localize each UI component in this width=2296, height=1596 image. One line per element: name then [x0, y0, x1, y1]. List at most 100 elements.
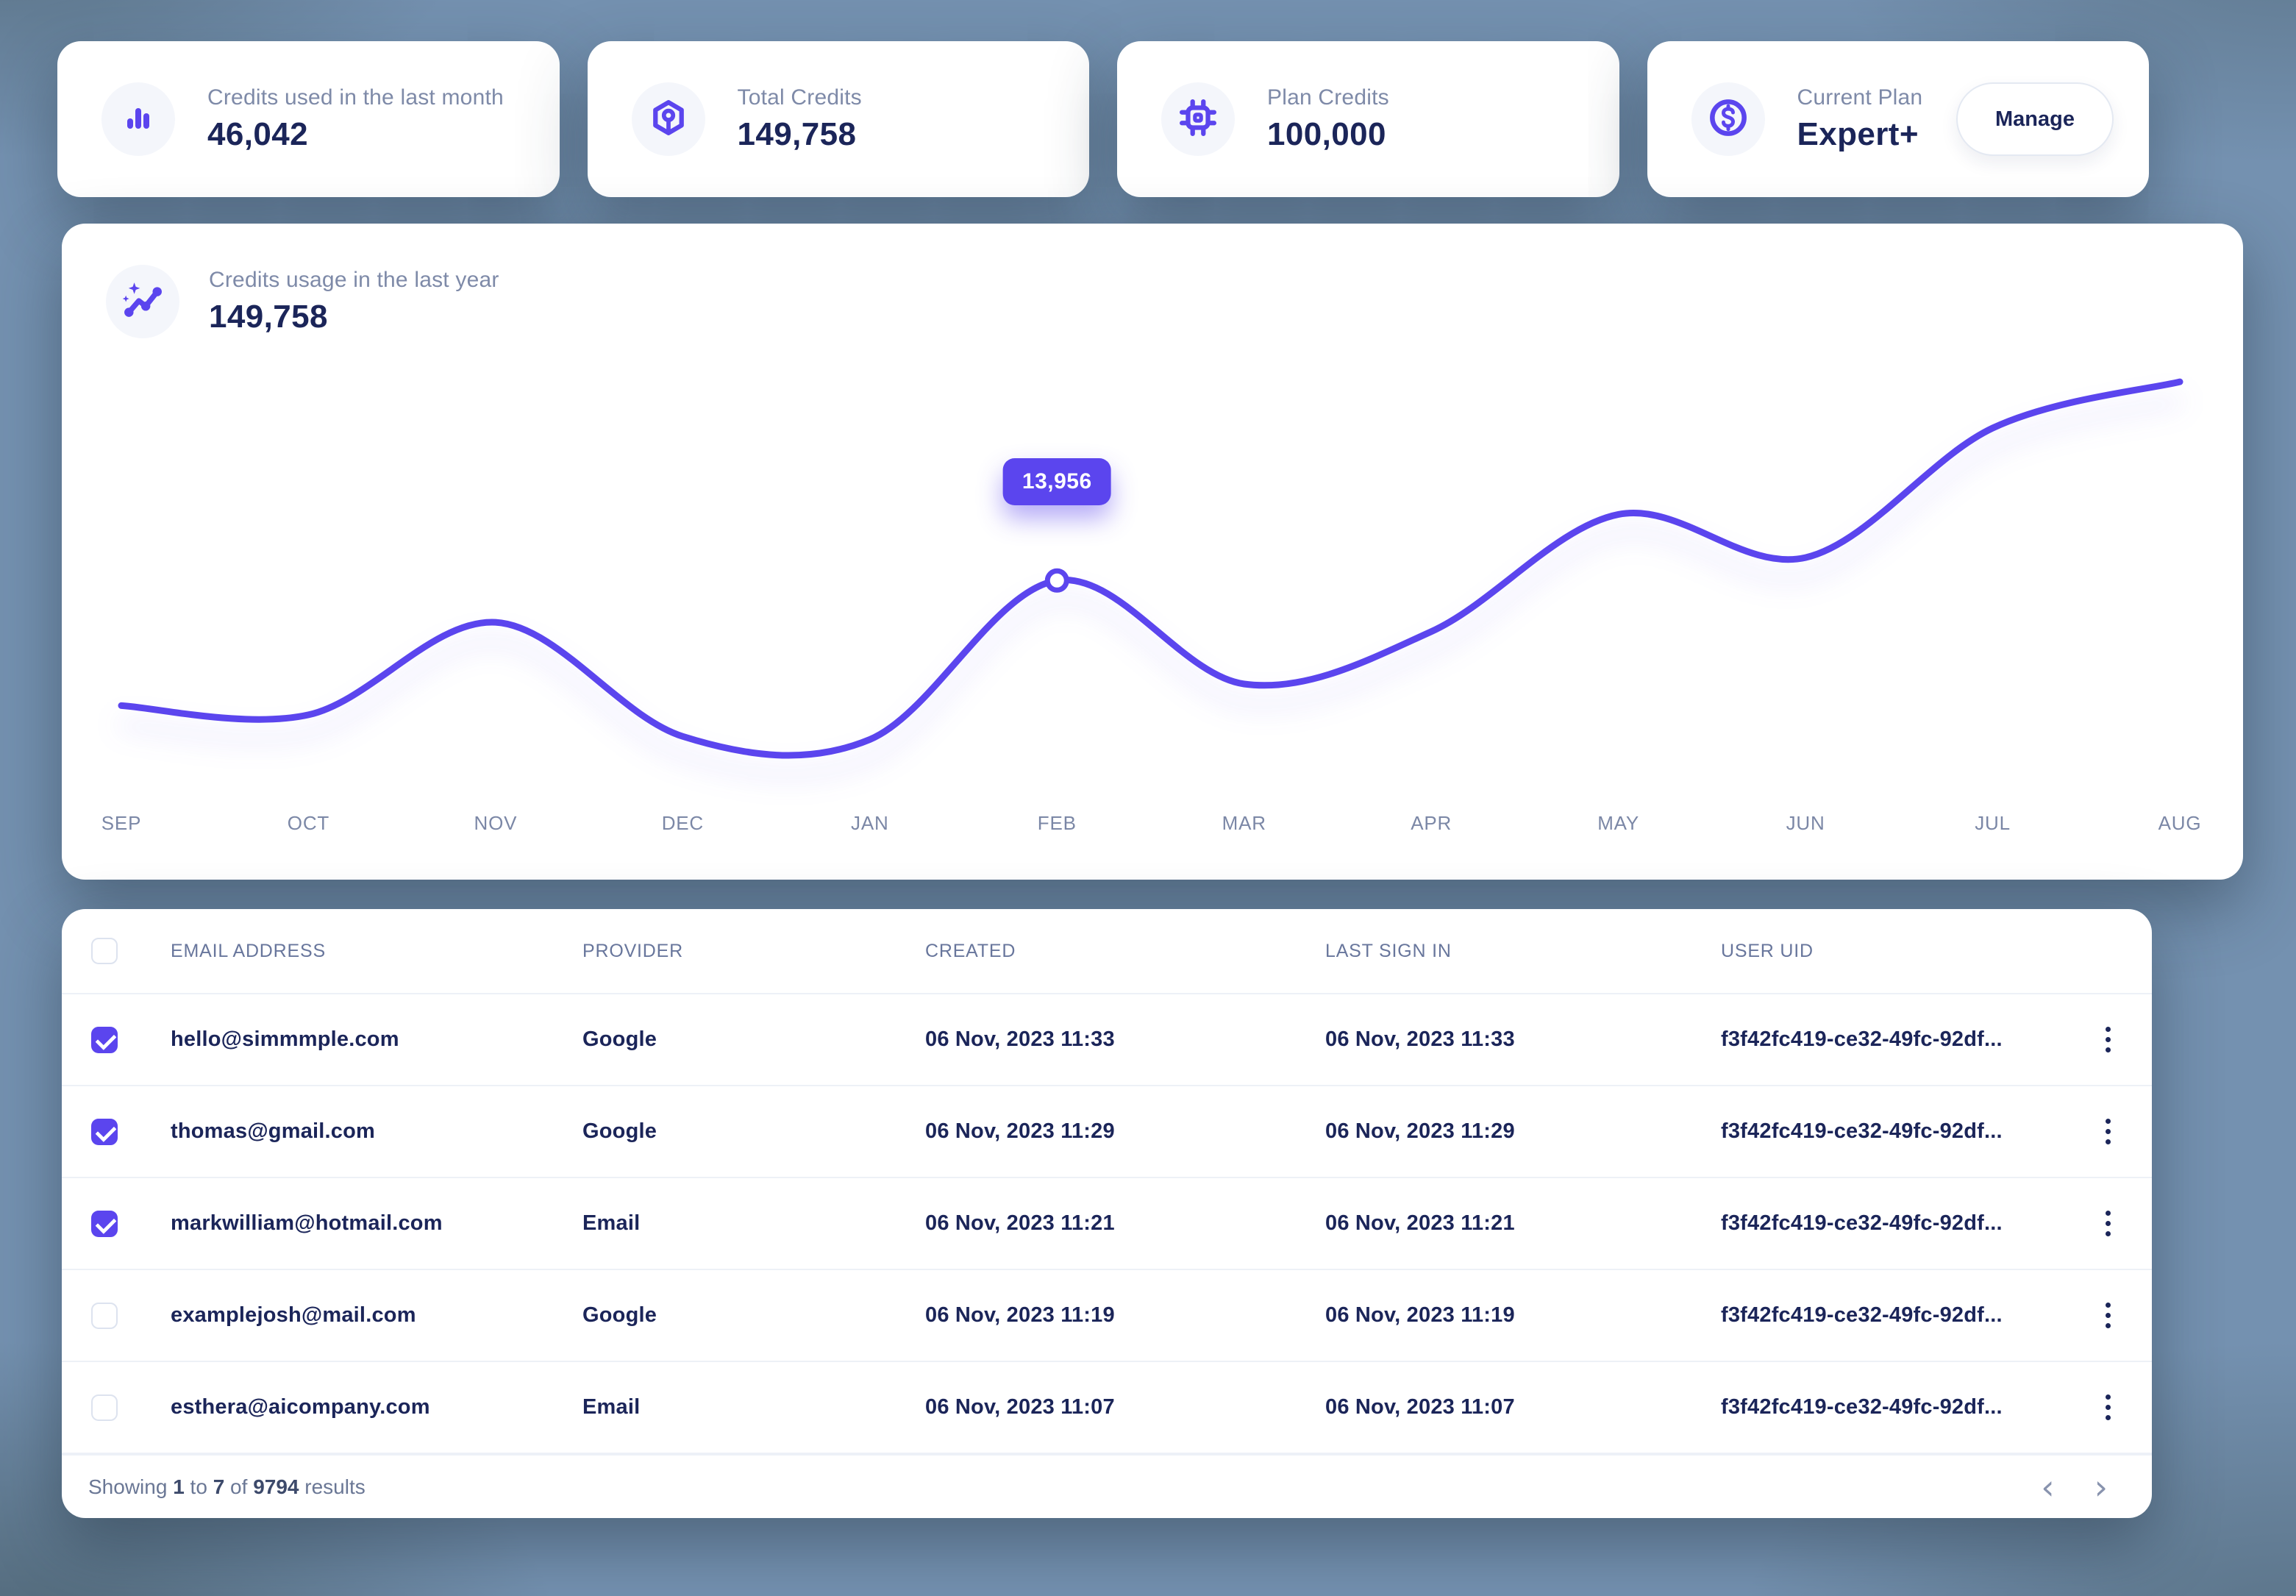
- created-cell: 06 Nov, 2023 11:21: [925, 1211, 1325, 1236]
- icon-circle: [106, 265, 179, 338]
- user-uid-cell: f3f42fc419-ce32-49fc-92df...: [1721, 1119, 2064, 1144]
- created-cell: 06 Nov, 2023 11:29: [925, 1119, 1325, 1144]
- icon-circle: [101, 82, 175, 156]
- stat-value: 46,042: [207, 116, 504, 153]
- column-header-email: EMAIL ADDRESS: [171, 941, 582, 962]
- created-cell: 06 Nov, 2023 11:07: [925, 1395, 1325, 1419]
- email-cell: hello@simmmple.com: [171, 1027, 582, 1052]
- last-sign-in-cell: 06 Nov, 2023 11:29: [1325, 1119, 1721, 1144]
- email-cell: esthera@aicompany.com: [171, 1395, 582, 1419]
- created-cell: 06 Nov, 2023 11:33: [925, 1027, 1325, 1052]
- column-header-last-sign-in: LAST SIGN IN: [1325, 941, 1721, 962]
- chart-highlight-marker: [1047, 571, 1066, 590]
- stats-row: Credits used in the last month 46,042 To…: [57, 41, 2149, 197]
- icon-circle: [1691, 82, 1765, 156]
- user-uid-cell: f3f42fc419-ce32-49fc-92df...: [1721, 1027, 2064, 1052]
- cube-icon: [650, 99, 687, 140]
- last-sign-in-cell: 06 Nov, 2023 11:21: [1325, 1211, 1721, 1236]
- icon-circle: [632, 82, 705, 156]
- provider-cell: Google: [582, 1027, 925, 1052]
- previous-page-chevron-icon[interactable]: ‹: [2041, 1470, 2054, 1504]
- stat-card-credits-used: Credits used in the last month 46,042: [57, 41, 560, 197]
- x-axis-month-label: AUG: [2158, 812, 2202, 835]
- credits-usage-chart-card: Credits usage in the last year 149,758 S…: [62, 224, 2243, 880]
- x-axis-month-label: JAN: [851, 812, 889, 835]
- provider-cell: Google: [582, 1303, 925, 1328]
- row-checkbox[interactable]: [91, 1211, 118, 1237]
- column-header-provider: PROVIDER: [582, 941, 925, 962]
- row-actions-kebab-icon[interactable]: [2098, 1111, 2118, 1152]
- table-header-row: EMAIL ADDRESS PROVIDER CREATED LAST SIGN…: [62, 909, 2152, 994]
- pagination: ‹ ›: [2041, 1470, 2108, 1504]
- results-from: 1: [173, 1475, 185, 1498]
- stat-label: Plan Credits: [1267, 85, 1389, 110]
- x-axis-month-label: JUN: [1786, 812, 1825, 835]
- results-summary: Showing 1 to 7 of 9794 results: [88, 1475, 366, 1499]
- row-checkbox[interactable]: [91, 1119, 118, 1145]
- stat-value: 149,758: [738, 116, 862, 153]
- row-checkbox[interactable]: [91, 1394, 118, 1421]
- dollar-icon: [1709, 99, 1747, 140]
- created-cell: 06 Nov, 2023 11:19: [925, 1303, 1325, 1328]
- table-footer: Showing 1 to 7 of 9794 results ‹ ›: [62, 1454, 2152, 1518]
- table-row: thomas@gmail.com Google 06 Nov, 2023 11:…: [62, 1086, 2152, 1178]
- row-actions-kebab-icon[interactable]: [2098, 1295, 2118, 1336]
- column-header-created: CREATED: [925, 941, 1325, 962]
- chart-tooltip: 13,956: [1003, 458, 1111, 505]
- stat-card-plan-credits: Plan Credits 100,000: [1117, 41, 1619, 197]
- table-row: markwilliam@hotmail.com Email 06 Nov, 20…: [62, 1178, 2152, 1270]
- x-axis-month-label: NOV: [474, 812, 518, 835]
- chart-title: Credits usage in the last year: [209, 268, 499, 293]
- bar-chart-icon: [121, 100, 156, 139]
- column-header-user-uid: USER UID: [1721, 941, 2064, 962]
- x-axis-month-label: MAR: [1222, 812, 1266, 835]
- email-cell: examplejosh@mail.com: [171, 1303, 582, 1328]
- results-to: 7: [213, 1475, 225, 1498]
- user-uid-cell: f3f42fc419-ce32-49fc-92df...: [1721, 1211, 2064, 1236]
- row-actions-kebab-icon[interactable]: [2098, 1203, 2118, 1244]
- chart-total-value: 149,758: [209, 299, 499, 335]
- row-actions-kebab-icon[interactable]: [2098, 1387, 2118, 1428]
- email-cell: markwilliam@hotmail.com: [171, 1211, 582, 1236]
- stat-label: Total Credits: [738, 85, 862, 110]
- last-sign-in-cell: 06 Nov, 2023 11:07: [1325, 1395, 1721, 1419]
- chart-header: Credits usage in the last year 149,758: [106, 265, 499, 338]
- next-page-chevron-icon[interactable]: ›: [2094, 1470, 2108, 1504]
- provider-cell: Google: [582, 1119, 925, 1144]
- x-axis-month-label: MAY: [1597, 812, 1639, 835]
- stat-card-current-plan: Current Plan Expert+ Manage: [1647, 41, 2150, 197]
- stat-label: Credits used in the last month: [207, 85, 504, 110]
- users-table-card: EMAIL ADDRESS PROVIDER CREATED LAST SIGN…: [62, 909, 2152, 1518]
- stat-value: 100,000: [1267, 116, 1389, 153]
- icon-circle: [1161, 82, 1235, 156]
- trend-line-icon: [123, 280, 163, 324]
- table-row: esthera@aicompany.com Email 06 Nov, 2023…: [62, 1362, 2152, 1454]
- user-uid-cell: f3f42fc419-ce32-49fc-92df...: [1721, 1395, 2064, 1419]
- table-row: examplejosh@mail.com Google 06 Nov, 2023…: [62, 1270, 2152, 1362]
- x-axis-month-label: JUL: [1975, 812, 2011, 835]
- stat-label: Current Plan: [1797, 85, 1923, 110]
- results-total: 9794: [253, 1475, 299, 1498]
- stat-card-total-credits: Total Credits 149,758: [588, 41, 1090, 197]
- cpu-icon: [1180, 99, 1216, 140]
- x-axis-month-label: DEC: [662, 812, 704, 835]
- user-uid-cell: f3f42fc419-ce32-49fc-92df...: [1721, 1303, 2064, 1328]
- table-body: hello@simmmple.com Google 06 Nov, 2023 1…: [62, 994, 2152, 1454]
- x-axis-month-label: OCT: [288, 812, 329, 835]
- select-all-checkbox[interactable]: [91, 938, 118, 964]
- row-checkbox[interactable]: [91, 1027, 118, 1053]
- email-cell: thomas@gmail.com: [171, 1119, 582, 1144]
- row-checkbox[interactable]: [91, 1303, 118, 1329]
- last-sign-in-cell: 06 Nov, 2023 11:19: [1325, 1303, 1721, 1328]
- x-axis-month-label: FEB: [1038, 812, 1077, 835]
- chart-line: [121, 382, 2180, 755]
- x-axis-month-label: APR: [1411, 812, 1452, 835]
- provider-cell: Email: [582, 1395, 925, 1419]
- row-actions-kebab-icon[interactable]: [2098, 1019, 2118, 1060]
- last-sign-in-cell: 06 Nov, 2023 11:33: [1325, 1027, 1721, 1052]
- provider-cell: Email: [582, 1211, 925, 1236]
- manage-plan-button[interactable]: Manage: [1956, 82, 2114, 156]
- table-row: hello@simmmple.com Google 06 Nov, 2023 1…: [62, 994, 2152, 1086]
- stat-value: Expert+: [1797, 116, 1923, 153]
- x-axis-month-label: SEP: [101, 812, 141, 835]
